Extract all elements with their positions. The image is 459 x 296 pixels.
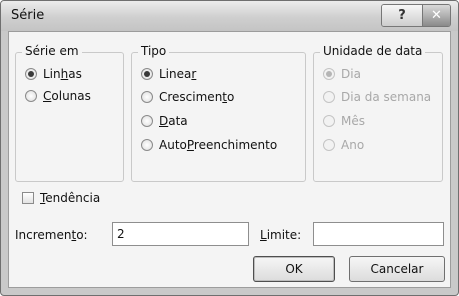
series-dialog: Série ? ✕ Série em Linhas Colunas Tipo L… xyxy=(0,0,459,296)
label-part: imite: xyxy=(266,228,302,242)
dialog-title: Série xyxy=(11,8,45,23)
radio-dia: Dia xyxy=(323,67,361,81)
ok-button[interactable]: OK xyxy=(253,256,335,282)
radio-linhas[interactable]: Linhas xyxy=(25,67,82,81)
radio-data-dot[interactable] xyxy=(141,115,153,127)
tendencia-label: Tendência xyxy=(40,191,100,205)
label-part: Linea xyxy=(159,67,192,81)
radio-linear-label: Linear xyxy=(159,67,196,81)
radio-autopreenchimento-label: AutoPreenchimento xyxy=(159,138,277,152)
close-icon: ✕ xyxy=(431,8,442,23)
label-part: reenchimento xyxy=(193,138,278,152)
radio-crescimento-label: Crescimento xyxy=(159,90,234,104)
incremento-label: Incremento: xyxy=(15,228,88,242)
radio-data-label: Data xyxy=(159,114,188,128)
radio-linhas-dot[interactable] xyxy=(25,68,37,80)
radio-mes: Mês xyxy=(323,114,365,128)
tendencia-checkbox-box[interactable] xyxy=(22,192,34,204)
help-icon: ? xyxy=(398,8,406,23)
unidade-de-data-group: Unidade de data Dia Dia da semana Mês An… xyxy=(313,44,443,182)
label-part: o: xyxy=(76,228,88,242)
radio-linhas-label: Linhas xyxy=(43,67,82,81)
accelerator-key: P xyxy=(186,138,194,152)
label-part: o xyxy=(227,90,235,104)
radio-dia-da-semana-label: Dia da semana xyxy=(341,90,432,104)
radio-crescimento[interactable]: Crescimento xyxy=(141,90,234,104)
radio-linear-dot[interactable] xyxy=(141,68,153,80)
label-part: Crescimen xyxy=(159,90,223,104)
radio-mes-dot xyxy=(323,115,335,127)
radio-colunas-dot[interactable] xyxy=(25,90,37,102)
accelerator-key: D xyxy=(159,114,169,128)
close-button[interactable]: ✕ xyxy=(423,5,450,26)
radio-dia-dot xyxy=(323,68,335,80)
radio-dia-da-semana-dot xyxy=(323,91,335,103)
radio-ano-label: Ano xyxy=(341,138,365,152)
tipo-group: Tipo Linear Crescimento Data AutoPreench… xyxy=(131,44,306,182)
radio-autopreenchimento[interactable]: AutoPreenchimento xyxy=(141,138,277,152)
label-part: olunas xyxy=(51,89,91,103)
accelerator-key: r xyxy=(191,67,197,81)
radio-colunas-label: Colunas xyxy=(43,89,91,103)
radio-linear[interactable]: Linear xyxy=(141,67,196,81)
cancel-button[interactable]: Cancelar xyxy=(349,256,445,282)
radio-mes-label: Mês xyxy=(341,114,365,128)
label-part: Lin xyxy=(43,67,61,81)
tipo-legend: Tipo xyxy=(138,44,170,58)
limite-label: Limite: xyxy=(260,228,301,242)
title-buttons: ? ✕ xyxy=(381,4,451,27)
label-part: Incremen xyxy=(15,228,72,242)
radio-ano-dot xyxy=(323,139,335,151)
unidade-legend: Unidade de data xyxy=(320,44,426,58)
label-part: Auto xyxy=(159,138,187,152)
title-bar[interactable]: Série ? ✕ xyxy=(1,1,458,31)
radio-crescimento-dot[interactable] xyxy=(141,91,153,103)
radio-data[interactable]: Data xyxy=(141,114,188,128)
radio-colunas[interactable]: Colunas xyxy=(25,89,91,103)
serie-em-legend: Série em xyxy=(22,44,82,58)
radio-dia-label: Dia xyxy=(341,67,361,81)
help-button[interactable]: ? xyxy=(382,5,423,26)
limite-input[interactable] xyxy=(313,222,444,246)
radio-ano: Ano xyxy=(323,138,364,152)
radio-dia-da-semana: Dia da semana xyxy=(323,90,431,104)
incremento-input[interactable]: 2 xyxy=(112,222,249,246)
label-part: ata xyxy=(168,114,188,128)
label-part: endência xyxy=(45,191,101,205)
label-part: as xyxy=(68,67,82,81)
dialog-content: Série em Linhas Colunas Tipo Linear Cres… xyxy=(8,31,451,288)
serie-em-group: Série em Linhas Colunas xyxy=(15,44,124,182)
tendencia-checkbox[interactable]: Tendência xyxy=(22,191,100,205)
accelerator-key: L xyxy=(260,228,267,242)
radio-autopreenchimento-dot[interactable] xyxy=(141,139,153,151)
